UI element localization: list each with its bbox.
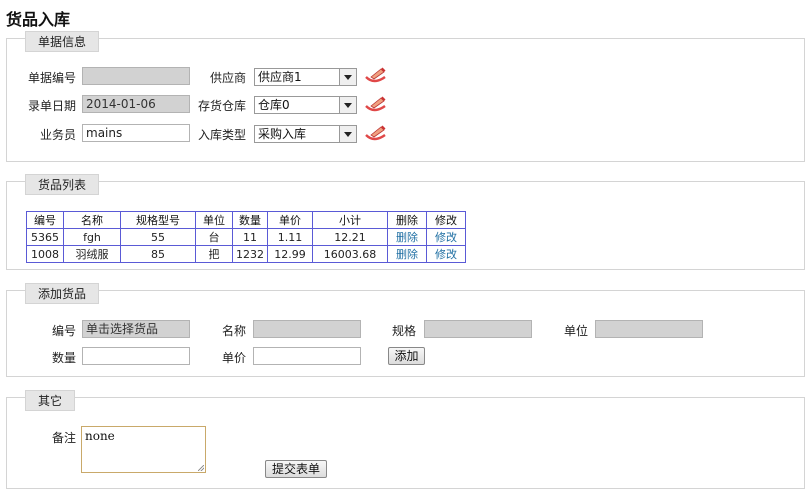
cell-edit: 修改 bbox=[426, 228, 466, 246]
date-label: 录单日期 bbox=[27, 99, 76, 113]
table-header-row: 编号 名称 规格型号 单位 数量 单价 小计 删除 修改 bbox=[26, 211, 466, 229]
col-header: 规格型号 bbox=[120, 211, 196, 229]
cell-name: 羽绒服 bbox=[63, 245, 121, 263]
edit-pencil-icon[interactable] bbox=[364, 124, 388, 142]
cell-name: fgh bbox=[63, 228, 121, 246]
table-row: 1008 羽绒服 85 把 1232 12.99 16003.68 删除 修改 bbox=[26, 245, 466, 263]
clerk-label: 业务员 bbox=[39, 128, 76, 142]
add-unit-label: 单位 bbox=[563, 324, 588, 338]
cell-price: 1.11 bbox=[267, 228, 313, 246]
table-row: 5365 fgh 55 台 11 1.11 12.21 删除 修改 bbox=[26, 228, 466, 246]
col-header: 名称 bbox=[63, 211, 121, 229]
supplier-select-value: 供应商1 bbox=[258, 70, 302, 84]
type-label: 入库类型 bbox=[197, 128, 246, 142]
add-qty-field[interactable] bbox=[82, 347, 190, 365]
supplier-label: 供应商 bbox=[209, 71, 246, 85]
chevron-down-icon bbox=[339, 126, 356, 142]
supplier-select[interactable]: 供应商1 bbox=[254, 68, 357, 86]
doc-no-field[interactable] bbox=[82, 67, 190, 85]
add-unit-field[interactable] bbox=[595, 320, 703, 338]
resize-grip-icon[interactable] bbox=[198, 465, 204, 471]
doc-info-legend: 单据信息 bbox=[25, 31, 100, 52]
add-code-label: 编号 bbox=[51, 324, 76, 338]
add-name-label: 名称 bbox=[221, 324, 246, 338]
doc-no-label: 单据编号 bbox=[27, 71, 76, 85]
cell-code: 5365 bbox=[26, 228, 64, 246]
cell-price: 12.99 bbox=[267, 245, 313, 263]
cell-subtotal: 16003.68 bbox=[312, 245, 388, 263]
delete-link[interactable]: 删除 bbox=[396, 231, 418, 244]
submit-button[interactable]: 提交表单 bbox=[265, 460, 327, 478]
cell-qty: 11 bbox=[232, 228, 268, 246]
date-field[interactable]: 2014-01-06 bbox=[82, 95, 190, 113]
add-qty-label: 数量 bbox=[51, 351, 76, 365]
cell-code: 1008 bbox=[26, 245, 64, 263]
col-header: 单价 bbox=[267, 211, 313, 229]
type-select-value: 采购入库 bbox=[258, 127, 307, 141]
col-header: 编号 bbox=[26, 211, 64, 229]
warehouse-label: 存货仓库 bbox=[197, 99, 246, 113]
type-select[interactable]: 采购入库 bbox=[254, 125, 357, 143]
remark-textarea[interactable]: none bbox=[81, 426, 206, 473]
col-header: 数量 bbox=[232, 211, 268, 229]
col-header: 单位 bbox=[195, 211, 233, 229]
remark-label: 备注 bbox=[51, 431, 76, 445]
goods-list-legend: 货品列表 bbox=[25, 174, 100, 195]
delete-link[interactable]: 删除 bbox=[396, 248, 418, 261]
warehouse-select-value: 仓库0 bbox=[258, 98, 290, 112]
add-button[interactable]: 添加 bbox=[388, 347, 425, 365]
chevron-down-icon bbox=[339, 69, 356, 85]
other-legend: 其它 bbox=[25, 390, 76, 411]
add-code-field[interactable]: 单击选择货品 bbox=[82, 320, 190, 338]
cell-qty: 1232 bbox=[232, 245, 268, 263]
chevron-down-icon bbox=[339, 97, 356, 113]
add-price-field[interactable] bbox=[253, 347, 361, 365]
cell-delete: 删除 bbox=[387, 245, 427, 263]
col-header: 删除 bbox=[387, 211, 427, 229]
warehouse-select[interactable]: 仓库0 bbox=[254, 96, 357, 114]
cell-unit: 把 bbox=[195, 245, 233, 263]
cell-edit: 修改 bbox=[426, 245, 466, 263]
cell-spec: 55 bbox=[120, 228, 196, 246]
edit-pencil-icon[interactable] bbox=[364, 95, 388, 113]
edit-link[interactable]: 修改 bbox=[435, 248, 457, 261]
cell-delete: 删除 bbox=[387, 228, 427, 246]
edit-link[interactable]: 修改 bbox=[435, 231, 457, 244]
cell-unit: 台 bbox=[195, 228, 233, 246]
add-name-field[interactable] bbox=[253, 320, 361, 338]
col-header: 小计 bbox=[312, 211, 388, 229]
cell-subtotal: 12.21 bbox=[312, 228, 388, 246]
edit-pencil-icon[interactable] bbox=[364, 66, 388, 84]
col-header: 修改 bbox=[426, 211, 466, 229]
add-price-label: 单价 bbox=[221, 351, 246, 365]
goods-table: 编号 名称 规格型号 单位 数量 单价 小计 删除 修改 5365 fgh 55… bbox=[26, 211, 466, 263]
add-spec-field[interactable] bbox=[424, 320, 532, 338]
clerk-field[interactable]: mains bbox=[82, 124, 190, 142]
remark-text: none bbox=[85, 429, 115, 443]
add-spec-label: 规格 bbox=[391, 324, 416, 338]
add-goods-legend: 添加货品 bbox=[25, 283, 100, 304]
page-title: 货品入库 bbox=[6, 10, 71, 29]
cell-spec: 85 bbox=[120, 245, 196, 263]
